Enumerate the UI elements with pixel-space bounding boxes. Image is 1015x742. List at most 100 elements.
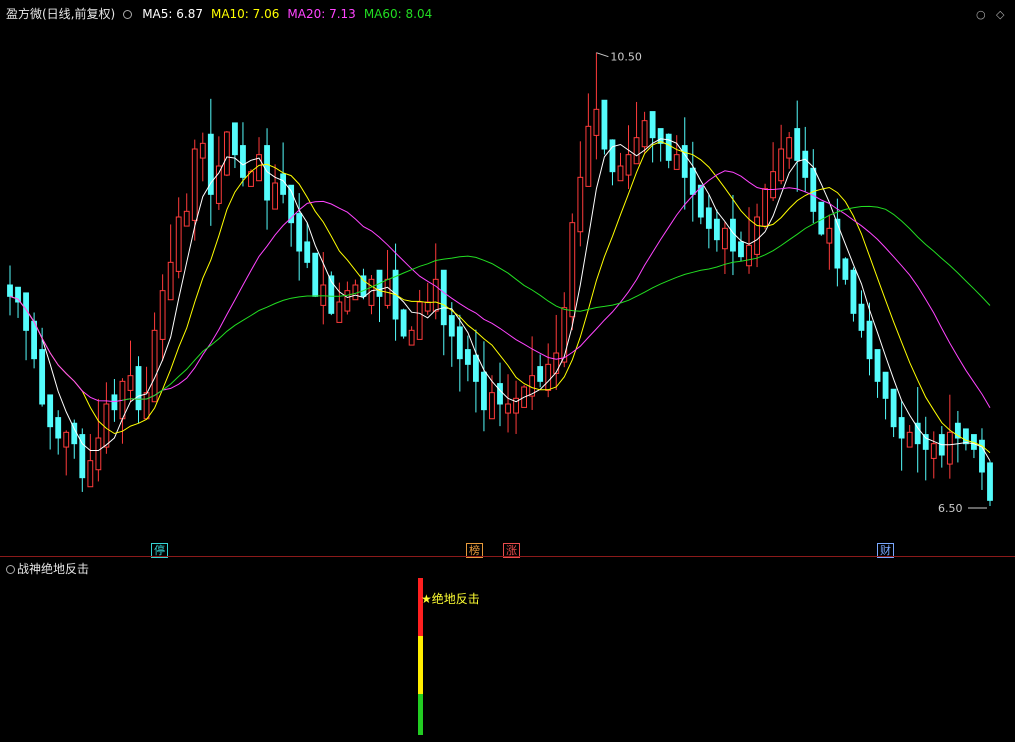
candle: [971, 434, 977, 459]
minimize-circle-icon[interactable]: ○: [976, 8, 986, 21]
candle: [167, 224, 174, 301]
candle: [882, 371, 889, 420]
candle: [874, 349, 881, 398]
signal-bar-yellow: [418, 636, 423, 694]
candle: [400, 308, 407, 339]
candle: [127, 340, 134, 402]
candle: [47, 394, 54, 450]
candle: [898, 401, 905, 471]
candle: [272, 164, 278, 210]
kline-chart[interactable]: 10.50 6.50: [0, 0, 1015, 556]
bottom-status-strip: [0, 737, 1015, 742]
candle: [850, 267, 857, 322]
candle: [63, 430, 70, 476]
ma5-value: MA5: 6.87: [142, 6, 203, 21]
candle: [601, 99, 608, 155]
candle: [979, 428, 985, 490]
candle: [713, 209, 720, 252]
high-price-label: 10.50: [610, 51, 642, 64]
candle: [673, 135, 680, 170]
candle: [906, 425, 913, 448]
candle: [199, 132, 206, 182]
candle: [376, 269, 383, 323]
candle: [858, 290, 865, 338]
candle: [738, 231, 744, 262]
candle: [7, 265, 13, 316]
settings-circle-icon[interactable]: [123, 10, 133, 19]
candle: [497, 362, 503, 427]
chart-header: 盈方微(日线,前复权) MA5: 6.87 MA10: 7.06 MA20: 7…: [6, 5, 432, 22]
candle: [408, 326, 415, 346]
candle: [697, 184, 704, 225]
candle: [304, 222, 311, 269]
candle: [665, 133, 672, 169]
candle: [762, 183, 768, 230]
candle: [135, 356, 142, 424]
candle: [183, 193, 190, 227]
candle: [87, 434, 94, 488]
candle: [513, 380, 519, 434]
candle: [240, 122, 246, 187]
candle: [585, 93, 592, 187]
candle: [207, 98, 214, 226]
candle: [786, 132, 793, 169]
candle: [625, 125, 632, 189]
candle: [424, 282, 431, 315]
candle: [842, 257, 849, 285]
indicator-panel[interactable]: 战神绝地反击 ★绝地反击: [0, 557, 1015, 742]
candle: [537, 354, 544, 388]
candle: [464, 335, 471, 382]
candle: [111, 379, 118, 422]
candle: [151, 312, 158, 403]
candle: [722, 222, 728, 274]
candle: [770, 142, 777, 202]
candle: [649, 111, 656, 163]
candle: [938, 426, 945, 468]
signal-bar-green: [418, 694, 423, 735]
candle: [175, 197, 182, 279]
candle: [23, 292, 29, 361]
signal-label: ★绝地反击: [421, 592, 480, 606]
candle: [432, 243, 439, 320]
candle: [223, 131, 230, 177]
candle: [505, 374, 511, 433]
candle: [593, 52, 600, 160]
candle: [529, 336, 536, 410]
candle: [617, 152, 624, 182]
indicator-chart: [418, 578, 423, 735]
candle: [681, 117, 688, 210]
low-price-label: 6.50: [938, 502, 963, 515]
chart-title: 盈方微(日线,前复权): [6, 7, 116, 21]
candle: [368, 275, 375, 315]
signal-bar-red: [418, 578, 423, 636]
candle: [826, 214, 833, 270]
candle: [641, 111, 648, 153]
ma60-value: MA60: 8.04: [363, 6, 433, 21]
ma10-value: MA10: 7.06: [210, 6, 280, 21]
high-pointer: [596, 52, 609, 58]
main-chart-panel[interactable]: 10.50 6.50 盈方微(日线,前复权) MA5: 6.87 MA10: 7.…: [0, 0, 1015, 558]
candle: [360, 268, 367, 300]
candle: [352, 279, 359, 301]
diamond-icon[interactable]: ◇: [996, 8, 1004, 21]
candle: [336, 282, 343, 323]
candle: [946, 394, 953, 479]
candle: [705, 194, 712, 249]
candle: [987, 460, 993, 506]
candle: [119, 378, 126, 444]
candle: [232, 122, 238, 169]
candle: [657, 128, 664, 162]
candle: [890, 388, 897, 438]
candle: [778, 124, 785, 185]
candle: [264, 128, 270, 230]
candle: [95, 398, 102, 482]
candle: [159, 274, 166, 362]
candle: [456, 314, 463, 392]
candle: [55, 410, 62, 455]
ma20-value: MA20: 7.13: [287, 6, 356, 21]
candle: [312, 252, 319, 298]
candle: [79, 428, 86, 492]
candle: [15, 286, 21, 318]
candle: [922, 416, 929, 481]
candle: [810, 149, 817, 224]
